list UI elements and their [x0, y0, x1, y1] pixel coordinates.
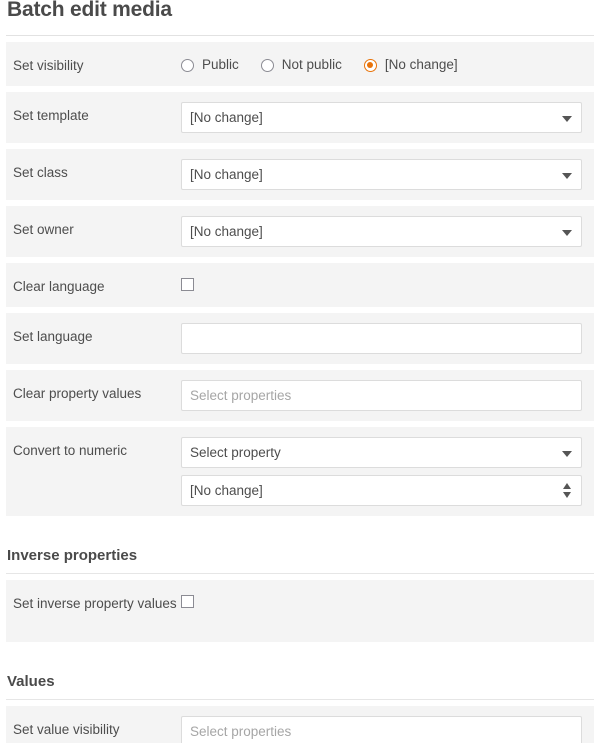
title-divider: [6, 35, 594, 36]
field-control-set-owner: [No change]: [181, 216, 582, 247]
field-label-set-class: Set class: [13, 165, 68, 180]
chevron-down-icon: [562, 172, 572, 179]
field-control-set-class: [No change]: [181, 159, 582, 190]
chevron-down-icon: [562, 229, 572, 236]
field-label-set-template: Set template: [13, 108, 89, 123]
set-class-select[interactable]: [No change]: [181, 159, 582, 190]
field-convert-to-numeric: Convert to numeric Select property [No c…: [6, 427, 594, 516]
field-label-set-inverse-property-values: Set inverse property values: [13, 596, 177, 611]
radio-not-public-label: Not public: [281, 57, 342, 72]
field-set-language: Set language: [6, 313, 594, 364]
set-template-select[interactable]: [No change]: [181, 102, 582, 133]
radio-no-change-label: [No change]: [384, 57, 458, 72]
section-spacer-values: [0, 642, 600, 672]
field-label-clear-language: Clear language: [13, 279, 105, 294]
batch-edit-media-page: Batch edit media Set visibility Public N…: [0, 0, 600, 743]
field-control-set-template: [No change]: [181, 102, 582, 133]
field-set-value-visibility: Set value visibility Select properties P…: [6, 706, 594, 743]
clear-language-checkbox[interactable]: [181, 278, 194, 291]
set-inverse-property-values-checkbox[interactable]: [181, 595, 194, 608]
radio-public-label: Public: [202, 57, 239, 72]
radio-public-icon[interactable]: [181, 58, 194, 72]
clear-property-values-input[interactable]: Select properties: [181, 380, 582, 411]
values-divider: [6, 699, 594, 700]
field-control-set-inverse-property-values: [181, 590, 582, 608]
inverse-properties-divider: [6, 573, 594, 574]
field-control-set-language: [181, 323, 582, 354]
visibility-radio-group: Public Not public [No change]: [181, 52, 582, 74]
radio-not-public-icon[interactable]: [260, 58, 274, 72]
field-clear-property-values: Clear property values Select properties: [6, 370, 594, 421]
field-label-set-language: Set language: [13, 329, 93, 344]
field-set-class: Set class [No change]: [6, 149, 594, 200]
section-heading-inverse-properties: Inverse properties: [7, 547, 138, 564]
set-value-visibility-input[interactable]: Select properties: [181, 716, 582, 743]
set-language-input[interactable]: [181, 323, 582, 354]
radio-no-change-icon[interactable]: [363, 58, 377, 72]
set-owner-select[interactable]: [No change]: [181, 216, 582, 247]
field-label-convert-to-numeric: Convert to numeric: [13, 443, 128, 458]
chevron-down-icon: [562, 115, 572, 122]
field-label-set-owner: Set owner: [13, 222, 74, 237]
field-control-clear-property-values: Select properties: [181, 380, 582, 411]
convert-mode-select[interactable]: [No change]: [181, 475, 582, 506]
section-heading-values: Values: [7, 673, 55, 690]
field-clear-language: Clear language: [6, 263, 594, 307]
field-set-inverse-property-values: Set inverse property values: [6, 580, 594, 642]
field-set-owner: Set owner [No change]: [6, 206, 594, 257]
field-control-set-value-visibility: Select properties Public Not public: [181, 716, 582, 743]
field-control-clear-language: [181, 273, 582, 291]
field-control-set-visibility: Public Not public [No change]: [181, 52, 582, 74]
stepper-arrows-icon: [563, 482, 572, 499]
radio-option-no-change[interactable]: [No change]: [363, 56, 458, 74]
field-set-visibility: Set visibility Public Not public [No cha…: [6, 42, 594, 86]
radio-option-not-public[interactable]: Not public: [260, 56, 342, 74]
field-label-set-visibility: Set visibility: [13, 58, 84, 73]
field-label-set-value-visibility: Set value visibility: [13, 722, 120, 737]
convert-property-select[interactable]: Select property: [181, 437, 582, 468]
field-set-template: Set template [No change]: [6, 92, 594, 143]
section-spacer-inverse: [0, 516, 600, 546]
radio-option-public[interactable]: Public: [181, 56, 239, 74]
field-control-convert-to-numeric: Select property [No change]: [181, 437, 582, 506]
field-label-clear-property-values: Clear property values: [13, 386, 142, 401]
chevron-down-icon: [562, 450, 572, 457]
page-title: Batch edit media: [7, 0, 172, 21]
